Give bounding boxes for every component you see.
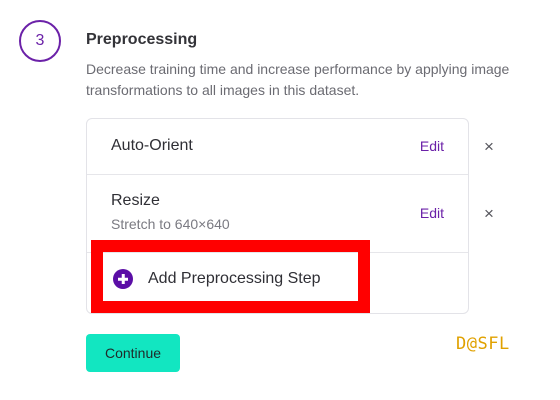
preprocessing-step-row: Resize Stretch to 640×640 Edit (87, 174, 468, 253)
add-preprocessing-step-button[interactable]: Add Preprocessing Step (104, 253, 362, 305)
edit-step-button[interactable]: Edit (420, 138, 444, 154)
preprocessing-page: 3 Preprocessing Decrease training time a… (0, 0, 560, 400)
step-number-badge: 3 (19, 20, 61, 62)
remove-step-icon[interactable]: × (484, 205, 494, 222)
watermark: D@SFL (456, 334, 510, 354)
section-title: Preprocessing (86, 31, 198, 48)
plus-circle-icon (113, 269, 133, 289)
edit-step-button[interactable]: Edit (420, 205, 444, 221)
preprocessing-step-row: Auto-Orient Edit (87, 119, 468, 175)
step-detail: Stretch to 640×640 (111, 216, 230, 232)
step-name: Auto-Orient (111, 137, 193, 154)
section-description: Decrease training time and increase perf… (86, 61, 510, 98)
remove-step-icon[interactable]: × (484, 138, 494, 155)
step-name: Resize (111, 192, 160, 209)
continue-button[interactable]: Continue (86, 334, 180, 372)
add-step-label: Add Preprocessing Step (148, 270, 321, 287)
